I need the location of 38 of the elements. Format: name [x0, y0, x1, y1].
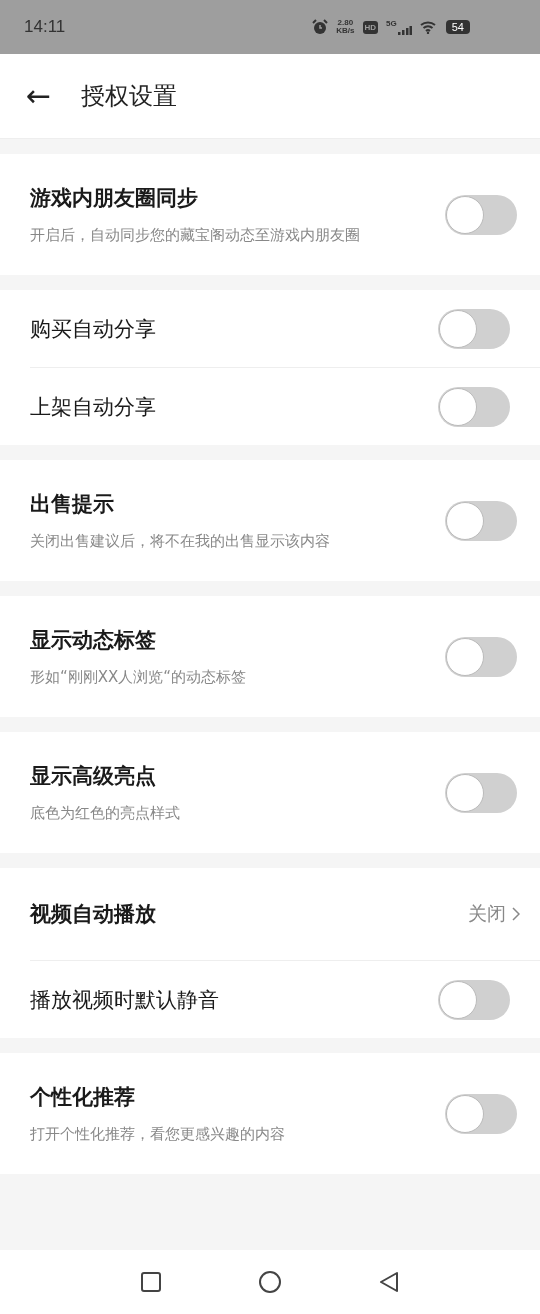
- setting-title: 个性化推荐: [30, 1084, 136, 1111]
- toggle-switch[interactable]: [445, 1093, 517, 1134]
- setting-value[interactable]: 关闭: [468, 901, 520, 927]
- toggle-switch[interactable]: [438, 308, 510, 349]
- battery-icon: 54: [445, 20, 470, 34]
- hd-badge: HD: [362, 20, 379, 34]
- setting-title: 购买自动分享: [30, 315, 156, 343]
- network-label: 5G: [386, 19, 397, 28]
- page-title: 授权设置: [81, 81, 178, 112]
- status-time: 14:11: [24, 17, 67, 37]
- home-icon[interactable]: [259, 1271, 281, 1293]
- setting-title: 出售提示: [30, 491, 115, 518]
- toggle-switch[interactable]: [438, 979, 510, 1020]
- chevron-icon: [512, 907, 520, 921]
- speed-value: 2.80: [337, 19, 354, 27]
- setting-title: 播放视频时默认静音: [30, 986, 219, 1014]
- toggle-switch[interactable]: [445, 500, 517, 541]
- setting-description: 关闭出售建议后，将不在我的出售显示该内容: [30, 532, 330, 551]
- setting-title: 显示高级亮点: [30, 763, 157, 790]
- toggle-switch[interactable]: [445, 636, 517, 677]
- setting-title: 上架自动分享: [30, 393, 156, 421]
- recent-apps-icon[interactable]: [141, 1272, 161, 1292]
- setting-description: 底色为红色的亮点样式: [30, 804, 180, 823]
- back-icon[interactable]: [379, 1272, 399, 1292]
- toggle-switch[interactable]: [445, 194, 517, 235]
- setting-description: 形如“刚刚XX人浏览“的动态标签: [30, 668, 247, 687]
- toggle-switch[interactable]: [445, 772, 517, 813]
- alarm-icon: [312, 19, 329, 35]
- setting-description: 打开个性化推荐，看您更感兴趣的内容: [30, 1125, 285, 1144]
- setting-title: 显示动态标签: [30, 627, 157, 654]
- setting-title: 视频自动播放: [30, 901, 156, 928]
- setting-description: 开启后，自动同步您的藏宝阁动态至游戏内朋友圈: [30, 226, 360, 245]
- signal-icon: [397, 26, 412, 35]
- speed-unit: KB/s: [336, 27, 355, 35]
- back-icon[interactable]: ←: [26, 81, 52, 111]
- toggle-switch[interactable]: [438, 386, 510, 427]
- wifi-icon: [419, 20, 438, 34]
- setting-title: 游戏内朋友圈同步: [30, 185, 199, 212]
